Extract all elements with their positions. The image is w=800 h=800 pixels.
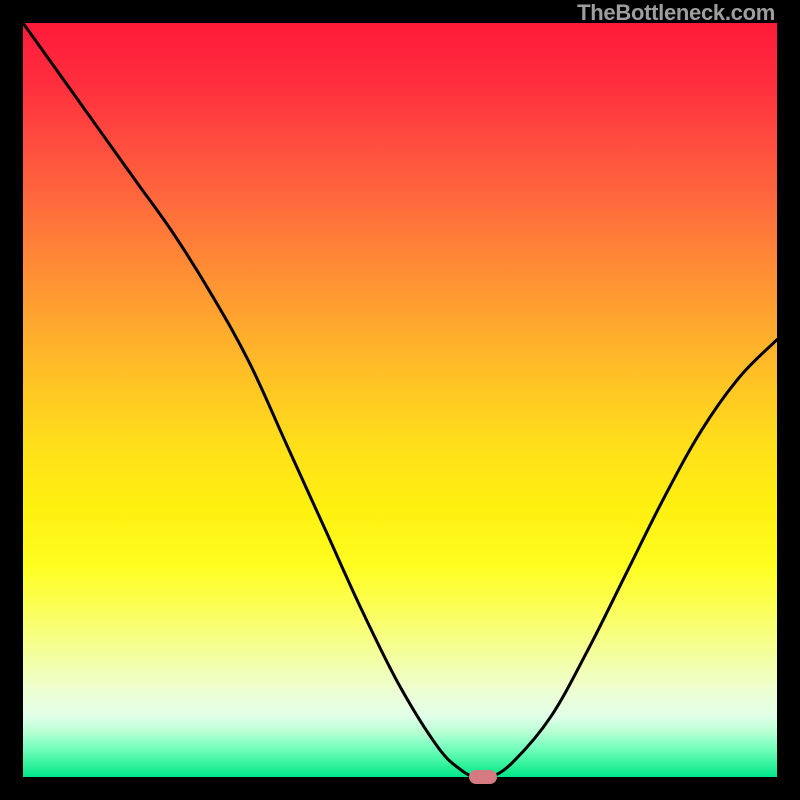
chart-container: TheBottleneck.com [0,0,800,800]
plot-area [23,23,777,777]
bottleneck-curve [23,23,777,777]
optimal-point-marker [469,770,497,784]
